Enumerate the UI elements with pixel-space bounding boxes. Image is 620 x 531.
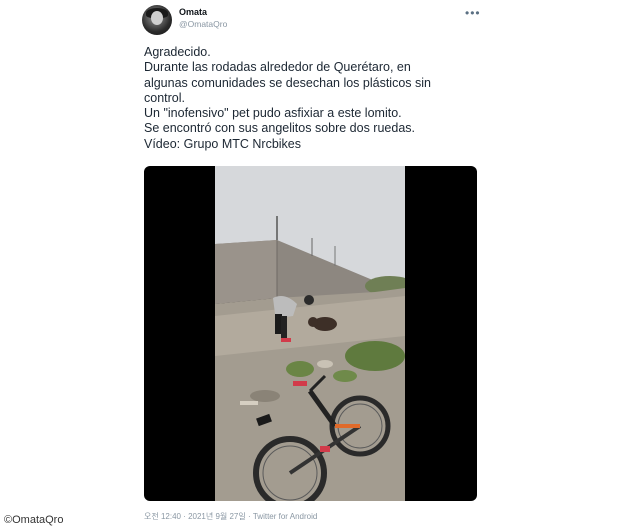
tweet-text-line: algunas comunidades se desechan los plás… [144, 75, 431, 90]
tweet-text-line: Se encontró con sus angelitos sobre dos … [144, 121, 416, 136]
tweet-text-line: control. [144, 90, 185, 105]
tweet-text-line: Un "inofensivo" pet pudo asfixiar a este… [144, 106, 402, 121]
tweet-text-line: Vídeo: Grupo MTC Nrcbikes [144, 136, 301, 151]
video-frame [215, 166, 405, 501]
tweet-text-line: Agradecido. [144, 45, 211, 59]
tweet-timestamp[interactable]: 오전 12:40 · 2021년 9월 27일 · Twitter for An… [144, 511, 317, 522]
author-handle[interactable]: @OmataQro [179, 19, 227, 29]
author-name[interactable]: Omata [179, 7, 207, 17]
tweet-text: Agradecido. Durante las rodadas alrededo… [144, 45, 474, 152]
tweet-text-line: Durante las rodadas alrededor de Queréta… [144, 60, 411, 75]
video-scene-image [215, 166, 405, 501]
video-player[interactable] [144, 166, 477, 501]
more-options-icon[interactable]: ••• [465, 6, 481, 20]
author-avatar[interactable] [142, 5, 172, 35]
watermark: ©OmataQro [4, 514, 64, 526]
